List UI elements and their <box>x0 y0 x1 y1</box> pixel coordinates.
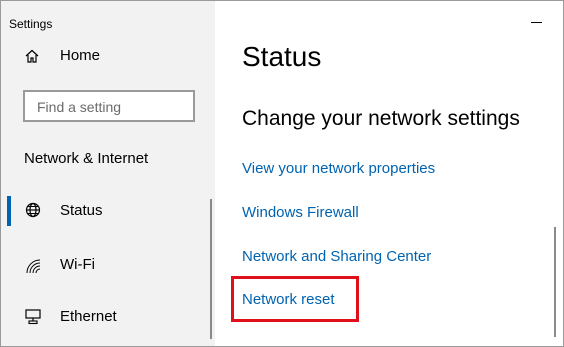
search-input[interactable]: Find a setting <box>23 90 195 122</box>
page-title: Status <box>242 41 322 72</box>
main-scrollbar[interactable] <box>554 227 556 337</box>
sidebar-item-label: Home <box>60 47 101 64</box>
sidebar-item-label: Wi-Fi <box>60 256 95 273</box>
sidebar-item-wifi[interactable]: Wi-Fi <box>1 245 215 285</box>
link-windows-firewall[interactable]: Windows Firewall <box>242 204 359 221</box>
section-heading: Change your network settings <box>242 107 520 130</box>
sidebar-item-label: Status <box>60 202 103 219</box>
link-network-sharing-center[interactable]: Network and Sharing Center <box>242 248 431 265</box>
sidebar-item-ethernet[interactable]: Ethernet <box>1 297 215 337</box>
app-title: Settings <box>9 17 53 31</box>
globe-icon <box>24 201 42 219</box>
sidebar: Settings Home Find a setting Network & I… <box>1 1 215 346</box>
sidebar-item-label: Ethernet <box>60 308 117 325</box>
sidebar-scrollbar[interactable] <box>210 199 212 339</box>
link-view-network-properties[interactable]: View your network properties <box>242 160 435 177</box>
wifi-icon <box>24 257 42 275</box>
home-icon <box>24 48 40 64</box>
sidebar-item-status[interactable]: Status <box>1 191 215 231</box>
section-title: Network & Internet <box>24 150 149 167</box>
minimize-button[interactable] <box>530 14 544 28</box>
search-placeholder: Find a setting <box>37 99 122 115</box>
highlight-box <box>231 276 359 322</box>
settings-window: Settings Home Find a setting Network & I… <box>0 0 564 347</box>
sidebar-item-home[interactable]: Home <box>1 41 215 71</box>
ethernet-icon <box>24 307 42 325</box>
